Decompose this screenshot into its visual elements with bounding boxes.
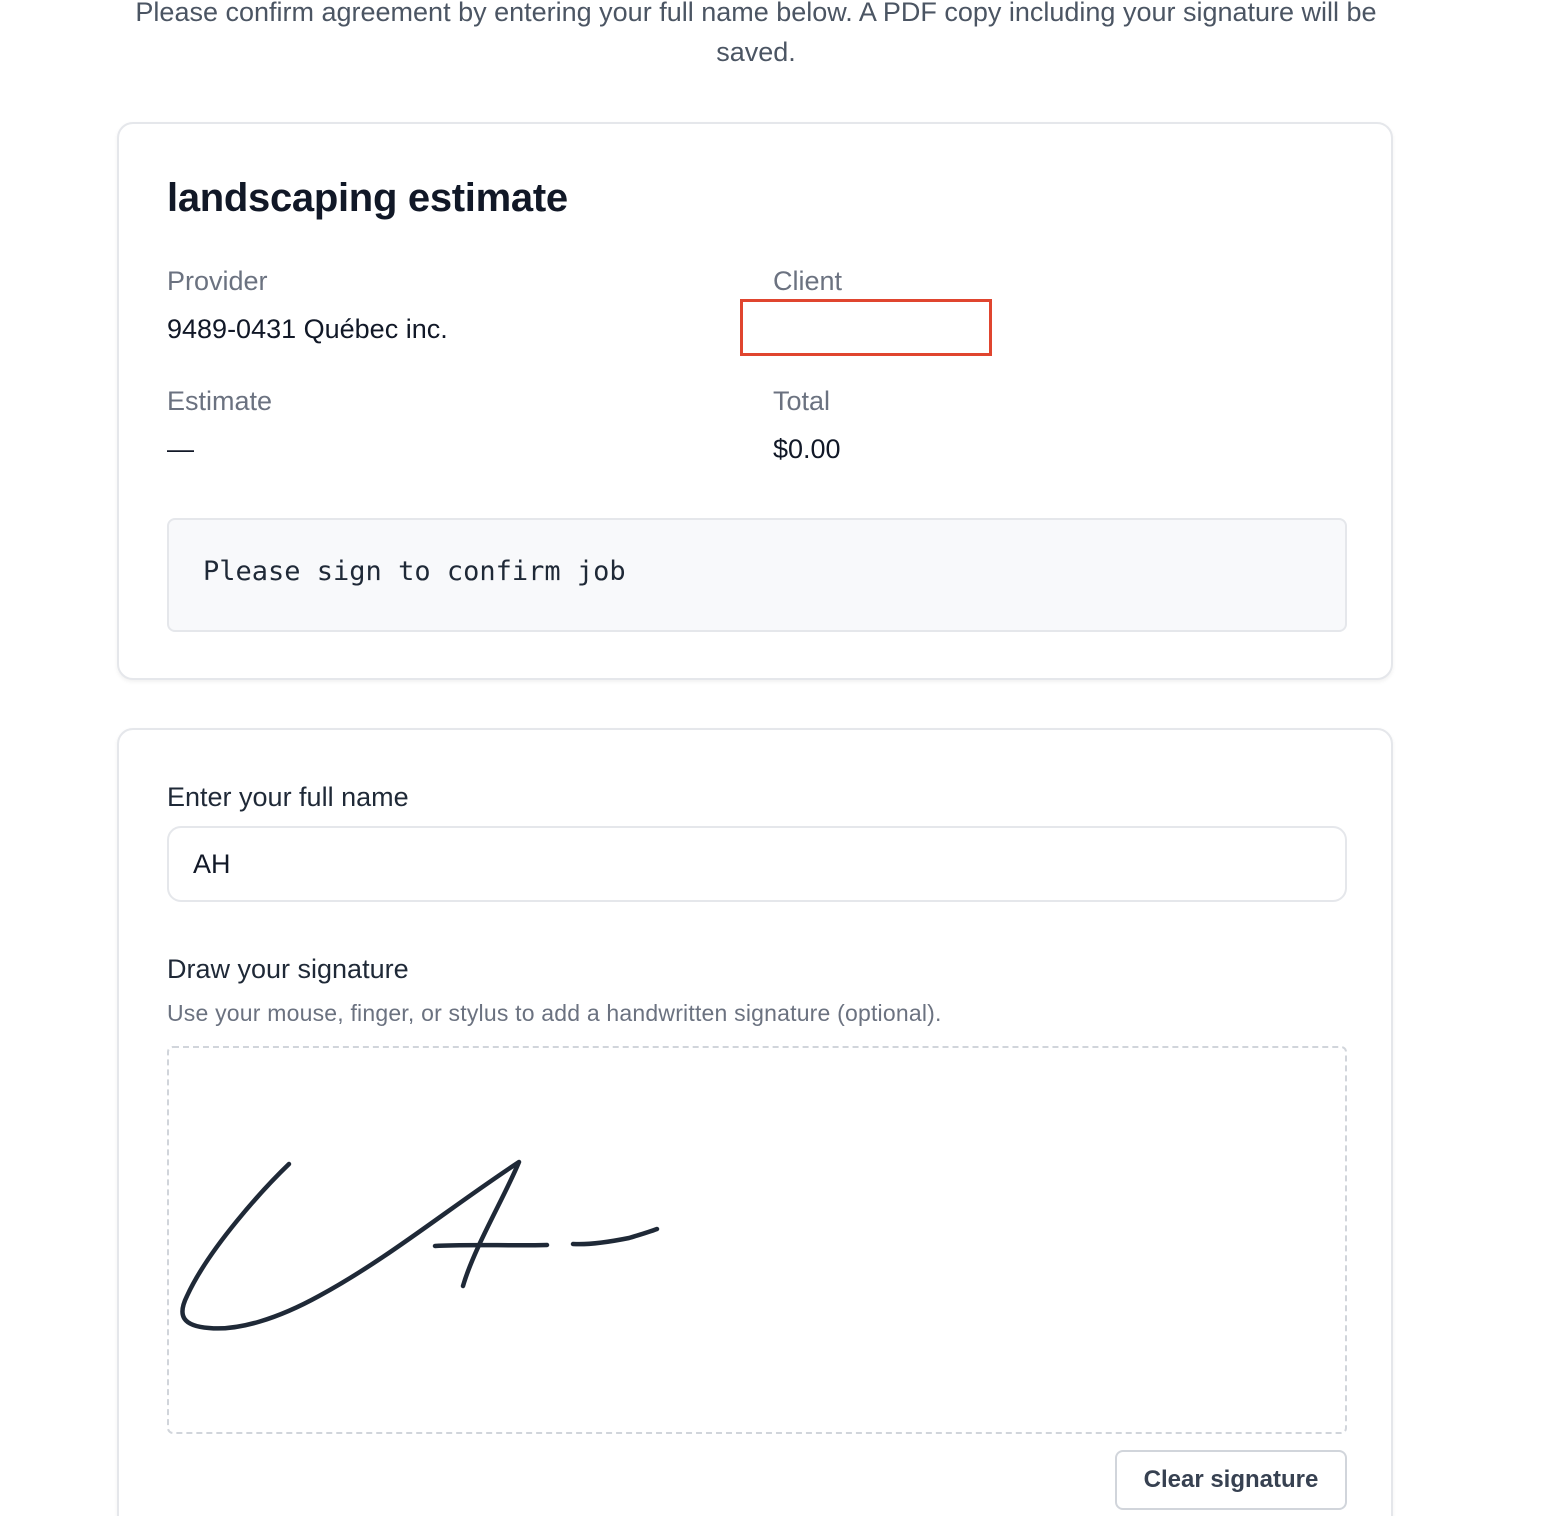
intro-text: Please confirm agreement by entering you… <box>135 0 1377 67</box>
signature-help-text: Use your mouse, finger, or stylus to add… <box>167 1000 942 1026</box>
estimate-title: landscaping estimate <box>167 176 568 220</box>
full-name-input[interactable] <box>167 826 1347 902</box>
estimate-message-box: Please sign to confirm job <box>167 518 1347 632</box>
client-value-highlight <box>740 299 992 356</box>
signature-confirmation-page: Please confirm agreement by entering you… <box>0 0 1568 1516</box>
signature-pad[interactable] <box>167 1046 1347 1434</box>
signature-label: Draw your signature <box>167 954 409 984</box>
client-label: Client <box>773 266 843 296</box>
signature-drawing <box>180 1159 660 1331</box>
estimate-card: landscaping estimate Provider 9489-0431 … <box>117 122 1393 680</box>
provider-value: 9489-0431 Québec inc. <box>167 314 448 344</box>
estimate-value: — <box>167 434 194 464</box>
signing-card: Enter your full name Draw your signature… <box>117 728 1393 1516</box>
total-label: Total <box>773 386 831 416</box>
estimate-label: Estimate <box>167 386 273 416</box>
total-value: $0.00 <box>773 434 841 464</box>
full-name-label: Enter your full name <box>167 782 409 812</box>
estimate-message: Please sign to confirm job <box>203 556 626 587</box>
clear-signature-button[interactable]: Clear signature <box>1115 1450 1347 1510</box>
provider-label: Provider <box>167 266 268 296</box>
